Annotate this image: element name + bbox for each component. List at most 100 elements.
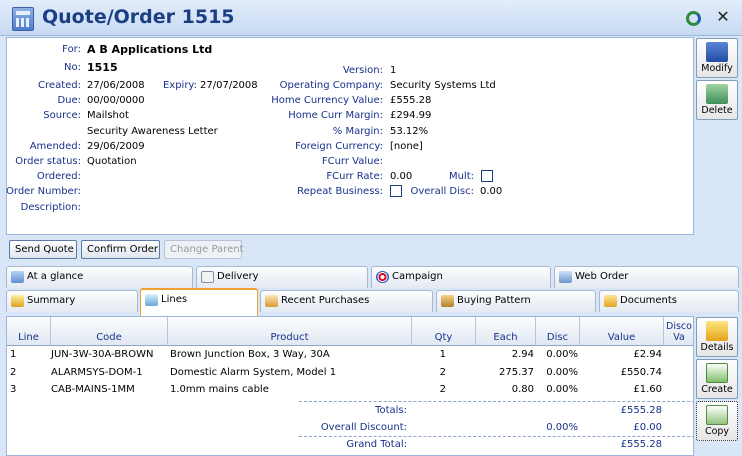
buying-pattern-icon [441,295,454,307]
tab-campaign[interactable]: Campaign [371,266,551,288]
operating-company-label: Operating Company: [279,80,383,91]
row-product: Domestic Alarm System, Model 1 [170,367,337,378]
amended-value: 29/06/2009 [87,141,145,152]
close-icon[interactable]: ✕ [714,8,732,26]
created-label: Created: [38,80,81,91]
mult-checkbox[interactable] [481,170,493,182]
totals-label: Totals: [375,405,407,416]
due-value: 00/00/0000 [87,95,145,106]
send-quote-button[interactable]: Send Quote [9,240,77,259]
delete-label: Delete [701,105,733,116]
recycle-bin-icon [706,84,728,104]
tab-lines[interactable]: Lines [140,288,258,316]
home-currency-value-label: Home Currency Value: [271,95,383,106]
details-button[interactable]: Details [696,317,738,357]
overall-discount-value: £0.00 [633,422,662,433]
tab-delivery[interactable]: Delivery [196,266,368,288]
column-header-each[interactable]: Each [476,317,536,346]
create-button[interactable]: Create [696,359,738,399]
tab-summary[interactable]: Summary [6,290,138,312]
details-panel: For: A B Applications Ltd No: 1515 Creat… [6,37,694,235]
version-value: 1 [390,65,397,76]
overall-disc-value: 0.00 [480,186,503,197]
modify-label: Modify [701,63,733,74]
tab-web-order[interactable]: Web Order [554,266,739,288]
tab-campaign-label: Campaign [392,271,443,282]
description-label: Description: [20,202,81,213]
totals-divider [299,401,693,402]
tab-documents[interactable]: Documents [599,290,739,312]
order-number-value: 1515 [87,61,118,74]
row-code: JUN-3W-30A-BROWN [51,349,154,360]
home-curr-margin-value: £294.99 [390,110,432,121]
copy-document-icon [706,405,728,425]
row-product: 1.0mm mains cable [170,384,269,395]
fcurr-rate-value: 0.00 [390,171,413,182]
window-title: Quote/Order 1515 [42,6,235,28]
column-header-discount-value[interactable]: Disco Va [664,317,693,346]
refresh-icon[interactable] [686,11,701,26]
copy-button[interactable]: Copy [696,401,738,441]
row-value: £2.94 [633,349,662,360]
row-value: £1.60 [633,384,662,395]
row-disc: 0.00% [546,349,578,360]
new-document-icon [706,363,728,383]
version-label: Version: [342,65,383,76]
tab-buying-pattern[interactable]: Buying Pattern [436,290,596,312]
source-value: Mailshot [87,110,129,121]
row-product: Brown Junction Box, 3 Way, 30A [170,349,330,360]
customer-name[interactable]: A B Applications Ltd [87,43,212,56]
web-page-icon [559,271,572,283]
column-header-code[interactable]: Code [51,317,168,346]
create-label: Create [701,384,733,395]
due-label: Due: [57,95,81,106]
row-each: 275.37 [499,367,534,378]
glance-icon [11,271,24,283]
tab-summary-label: Summary [27,295,76,306]
column-header-line[interactable]: Line [7,317,51,346]
amended-label: Amended: [29,141,81,152]
confirm-order-button[interactable]: Confirm Order [81,240,160,259]
row-code: ALARMSYS-DOM-1 [51,367,143,378]
lines-icon [145,294,158,306]
grand-total-divider [299,436,693,437]
column-header-product[interactable]: Product [168,317,412,346]
column-header-value[interactable]: Value [580,317,664,346]
expiry-value: 27/07/2008 [200,80,258,91]
tab-web-order-label: Web Order [575,271,629,282]
row-qty: 2 [439,384,446,395]
tab-at-a-glance-label: At a glance [27,271,84,282]
source-label: Source: [43,110,81,121]
lines-grid: Line Code Product Qty Each Disc Value Di… [6,316,694,456]
envelope-icon [201,271,214,283]
tab-at-a-glance[interactable]: At a glance [6,266,193,288]
tab-buying-pattern-label: Buying Pattern [457,295,531,306]
pct-margin-label: % Margin: [332,126,383,137]
order-status-label: Order status: [15,156,81,167]
column-header-disc[interactable]: Disc [536,317,580,346]
column-header-qty[interactable]: Qty [412,317,476,346]
target-icon [376,271,389,283]
row-each: 2.94 [511,349,534,360]
created-value: 27/06/2008 [87,80,145,91]
repeat-business-label: Repeat Business: [297,186,383,197]
foreign-currency-label: Foreign Currency: [295,141,383,152]
mult-label: Mult: [448,171,474,182]
tab-lines-label: Lines [161,294,188,305]
ordered-label: Ordered: [36,171,81,182]
fcurr-rate-label: FCurr Rate: [326,171,383,182]
repeat-business-checkbox[interactable] [390,185,402,197]
row-value: £550.74 [620,367,662,378]
tab-recent-purchases[interactable]: Recent Purchases [260,290,433,312]
foreign-currency-value: [none] [390,141,423,152]
row-line: 1 [10,349,17,360]
no-label: No: [64,62,81,73]
calculator-icon [12,7,34,31]
modify-button[interactable]: Modify [696,38,738,78]
change-parent-button[interactable]: Change Parent [164,240,243,259]
row-disc: 0.00% [546,384,578,395]
recent-purchases-icon [265,295,278,307]
delete-button[interactable]: Delete [696,80,738,120]
tab-delivery-label: Delivery [217,271,259,282]
row-line: 2 [10,367,17,378]
